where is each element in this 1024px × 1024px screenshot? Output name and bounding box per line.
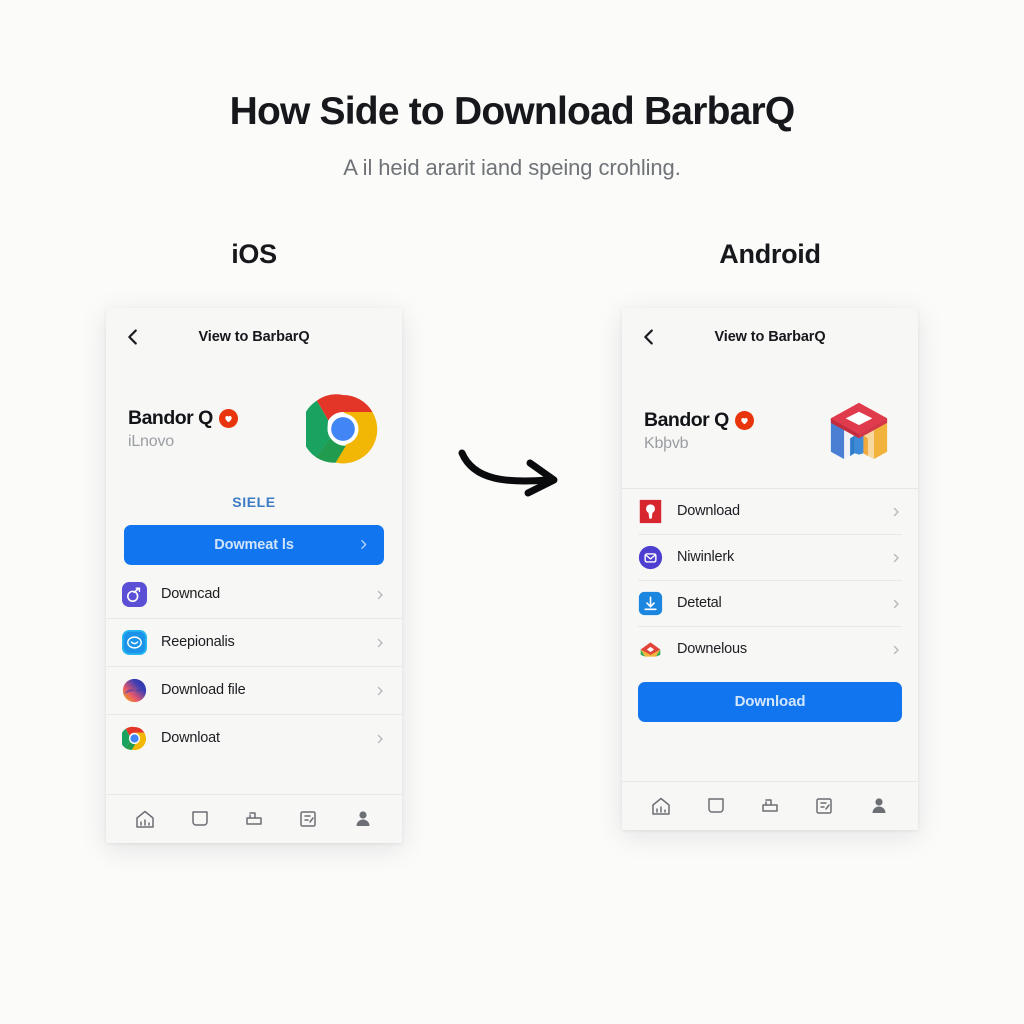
list-item-label: Niwinlerk — [677, 549, 735, 566]
card-icon[interactable] — [296, 807, 320, 831]
list-item[interactable]: Download file — [106, 667, 402, 715]
platform-column-ios: iOS View to BarbarQ Bandor Q iLnovo SIEL… — [106, 239, 402, 843]
app-hero-android: Bandor Q Kbþvb — [622, 366, 918, 468]
platform-label-android: Android — [719, 238, 821, 269]
play-store-box-icon — [822, 394, 896, 468]
app-name-row: Bandor Q — [644, 409, 822, 432]
chevron-right-icon — [890, 643, 902, 655]
cart-icon[interactable] — [242, 807, 266, 831]
app-subtitle: iLnovo — [128, 432, 174, 450]
purple-app-icon — [122, 581, 147, 607]
list-item[interactable]: Detetal — [638, 581, 902, 627]
home-icon[interactable] — [133, 807, 157, 831]
chrome-logo-icon — [122, 726, 147, 751]
list-item-label: Detetal — [677, 595, 722, 612]
flow-arrow-icon — [452, 431, 572, 505]
page-subtitle: A il heid ararit iand speing crohling. — [343, 154, 681, 180]
ios-download-button[interactable]: Dowmeat ls — [124, 524, 384, 565]
cart-icon[interactable] — [758, 794, 782, 818]
ios-store-link[interactable]: SIELE — [106, 494, 402, 510]
list-item[interactable]: Reepionalis — [106, 619, 402, 667]
chevron-right-icon — [890, 551, 902, 563]
chevron-left-icon[interactable] — [638, 326, 660, 348]
phone-mockup-ios: View to BarbarQ Bandor Q iLnovo SIELE Do… — [106, 307, 402, 843]
tab-bar-android — [622, 780, 918, 830]
app-list-ios: Downcad Reepionalis Download file Downlo… — [106, 571, 402, 794]
chat-bubble-icon[interactable] — [704, 794, 728, 818]
blue-square-icon — [638, 591, 663, 616]
red-keyhole-icon — [638, 499, 663, 524]
list-item[interactable]: Niwinlerk — [638, 535, 902, 581]
app-list-android: Download Niwinlerk Detetal Downelous — [622, 487, 918, 672]
list-item-label: Download file — [161, 682, 246, 699]
list-item[interactable]: Downcad — [106, 571, 402, 619]
gmail-box-icon — [638, 637, 663, 662]
heart-badge-icon — [734, 410, 754, 430]
chevron-left-icon[interactable] — [122, 326, 144, 348]
chevron-right-icon — [374, 636, 386, 648]
card-icon[interactable] — [812, 794, 836, 818]
chevron-right-icon — [374, 588, 386, 600]
app-hero-text: Bandor Q iLnovo — [128, 407, 306, 451]
platform-column-android: Android View to BarbarQ Bandor Q Kbþvb D… — [622, 239, 918, 843]
platform-label-ios: iOS — [231, 238, 277, 269]
list-item[interactable]: Downloat — [106, 715, 402, 762]
gradient-sphere-icon — [122, 678, 147, 703]
chevron-right-icon — [374, 732, 386, 744]
phone-nav-ios: View to BarbarQ — [106, 308, 402, 366]
person-icon[interactable] — [867, 794, 891, 818]
list-item[interactable]: Download — [638, 489, 902, 535]
ios-download-button-label: Dowmeat ls — [214, 536, 294, 553]
list-item-label: Downelous — [677, 641, 747, 658]
app-name-row: Bandor Q — [128, 407, 306, 430]
chat-bubble-icon[interactable] — [188, 807, 212, 831]
app-name: Bandor Q — [644, 408, 729, 431]
phone-nav-title: View to BarbarQ — [714, 328, 826, 345]
cyan-app-icon — [122, 629, 147, 655]
page-header: How Side to Download BarbarQ A il heid a… — [0, 0, 1024, 181]
phone-mockup-android: View to BarbarQ Bandor Q Kbþvb Download … — [622, 307, 918, 830]
list-item-label: Reepionalis — [161, 634, 235, 651]
app-hero-ios: Bandor Q iLnovo — [106, 366, 402, 466]
platform-comparison: iOS View to BarbarQ Bandor Q iLnovo SIEL… — [0, 239, 1024, 843]
heart-badge-icon — [218, 408, 238, 428]
home-icon[interactable] — [649, 794, 673, 818]
list-item-label: Downloat — [161, 730, 220, 747]
page-title: How Side to Download BarbarQ — [229, 90, 796, 133]
app-name: Bandor Q — [128, 406, 213, 429]
tab-bar-ios — [106, 793, 402, 843]
app-subtitle: Kbþvb — [644, 434, 689, 452]
person-icon[interactable] — [351, 807, 375, 831]
purple-circle-icon — [638, 545, 663, 570]
android-download-button[interactable]: Download — [638, 681, 902, 722]
phone-nav-android: View to BarbarQ — [622, 308, 918, 366]
chevron-right-icon — [890, 597, 902, 609]
list-item-label: Downcad — [161, 586, 221, 603]
chevron-right-icon — [357, 538, 370, 551]
android-download-button-label: Download — [734, 693, 806, 711]
phone-nav-title: View to BarbarQ — [198, 328, 310, 345]
app-hero-text: Bandor Q Kbþvb — [644, 409, 822, 453]
chevron-right-icon — [890, 505, 902, 517]
chevron-right-icon — [374, 684, 386, 696]
chrome-logo-icon — [306, 392, 380, 466]
list-item-label: Download — [677, 503, 740, 520]
list-item[interactable]: Downelous — [638, 627, 902, 672]
